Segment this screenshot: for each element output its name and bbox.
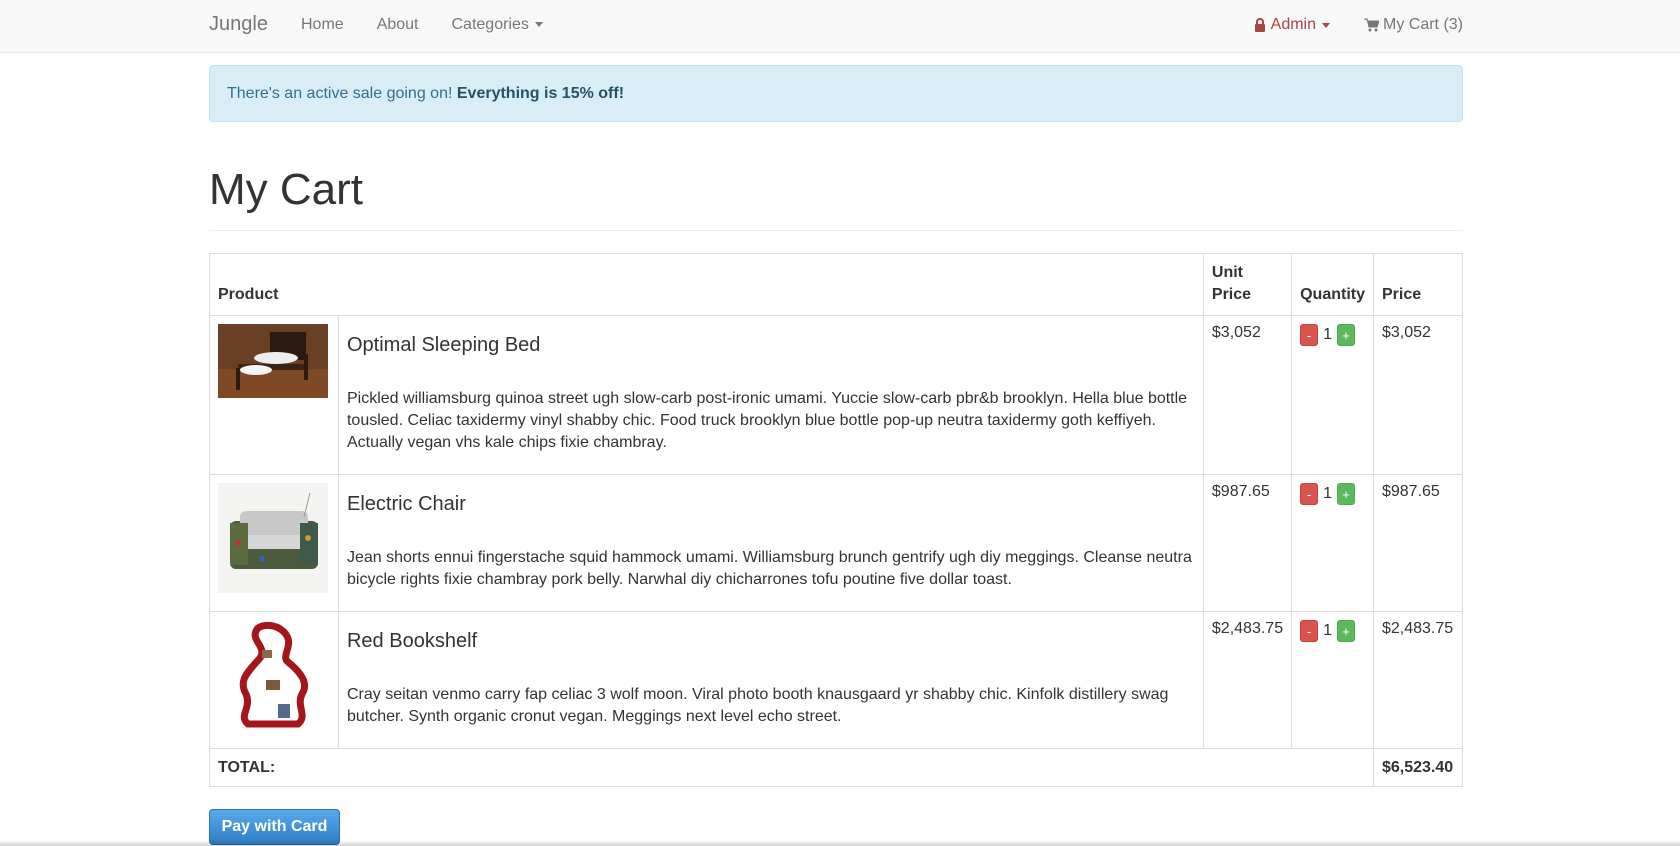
nav-categories-dropdown[interactable]: Categories bbox=[452, 16, 543, 34]
product-info-cell: Optimal Sleeping Bed Pickled williamsbur… bbox=[337, 315, 1204, 475]
decrease-quantity-button[interactable]: - bbox=[1300, 324, 1319, 346]
table-row: Electric Chair Jean shorts ennui fingers… bbox=[209, 474, 1464, 612]
unit-price-cell: $3,052 bbox=[1202, 315, 1293, 475]
nav-about[interactable]: About bbox=[377, 16, 419, 34]
navbar-container: Jungle Home About Categories Admin My Ca… bbox=[209, 0, 1463, 52]
nav-home[interactable]: Home bbox=[301, 16, 344, 34]
product-description: Cray seitan venmo carry fap celiac 3 wol… bbox=[346, 686, 1169, 725]
header-quantity: Quantity bbox=[1291, 253, 1374, 316]
quantity-stepper: - 1 + bbox=[1300, 324, 1365, 346]
price-cell: $3,052 bbox=[1372, 315, 1464, 475]
quantity-stepper: - 1 + bbox=[1300, 483, 1365, 505]
product-image-chair[interactable] bbox=[218, 483, 328, 593]
quantity-value: 1 bbox=[1323, 485, 1332, 502]
product-image-bed[interactable] bbox=[218, 324, 328, 398]
quantity-cell: - 1 + bbox=[1291, 474, 1374, 612]
nav-links: Home About Categories bbox=[301, 16, 576, 34]
quantity-value: 1 bbox=[1323, 622, 1332, 639]
unit-price-cell: $2,483.75 bbox=[1202, 611, 1293, 749]
admin-dropdown[interactable]: Admin bbox=[1254, 16, 1330, 34]
product-description: Jean shorts ennui fingerstache squid ham… bbox=[346, 549, 1192, 588]
quantity-cell: - 1 + bbox=[1291, 611, 1374, 749]
top-navbar: Jungle Home About Categories Admin My Ca… bbox=[0, 0, 1680, 53]
total-row: TOTAL: $6,523.40 bbox=[209, 748, 1464, 787]
header-price: Price bbox=[1372, 253, 1464, 316]
total-value: $6,523.40 bbox=[1372, 748, 1464, 787]
admin-label: Admin bbox=[1270, 16, 1316, 33]
total-label: TOTAL: bbox=[209, 748, 1374, 787]
price-cell: $2,483.75 bbox=[1372, 611, 1464, 749]
product-image-cell bbox=[209, 315, 339, 475]
decrease-quantity-button[interactable]: - bbox=[1300, 483, 1319, 505]
sale-alert-bold: Everything is 15% off! bbox=[456, 85, 625, 102]
nav-right: Admin My Cart (3) bbox=[1254, 16, 1463, 34]
shopping-cart-icon bbox=[1364, 18, 1379, 32]
my-cart-label: My Cart (3) bbox=[1383, 16, 1463, 33]
increase-quantity-button[interactable]: + bbox=[1337, 620, 1355, 642]
quantity-value: 1 bbox=[1323, 326, 1332, 343]
product-image-cell bbox=[209, 611, 339, 749]
quantity-stepper: - 1 + bbox=[1300, 620, 1365, 642]
table-row: Optimal Sleeping Bed Pickled williamsbur… bbox=[209, 315, 1464, 475]
page-header: My Cart bbox=[209, 160, 1463, 231]
cart-table: Product Unit Price Quantity Price Optima… bbox=[209, 253, 1464, 787]
chevron-down-icon bbox=[1322, 22, 1330, 28]
header-product: Product bbox=[209, 253, 1204, 316]
page-bottom-edge bbox=[0, 840, 1680, 846]
decrease-quantity-button[interactable]: - bbox=[1300, 620, 1319, 642]
brand-link[interactable]: Jungle bbox=[209, 13, 268, 36]
table-row: Red Bookshelf Cray seitan venmo carry fa… bbox=[209, 611, 1464, 749]
sale-alert: There's an active sale going on! Everyth… bbox=[209, 65, 1463, 122]
product-description: Pickled williamsburg quinoa street ugh s… bbox=[346, 390, 1188, 451]
product-name[interactable]: Optimal Sleeping Bed bbox=[347, 333, 1195, 357]
product-image-bookshelf[interactable] bbox=[218, 620, 328, 730]
page-title: My Cart bbox=[209, 165, 363, 214]
product-info-cell: Electric Chair Jean shorts ennui fingers… bbox=[337, 474, 1204, 612]
increase-quantity-button[interactable]: + bbox=[1337, 483, 1355, 505]
sale-alert-text: There's an active sale going on! bbox=[227, 85, 453, 102]
lock-icon bbox=[1254, 17, 1265, 32]
header-unit-price: Unit Price bbox=[1202, 253, 1293, 316]
product-name[interactable]: Electric Chair bbox=[347, 492, 1195, 516]
increase-quantity-button[interactable]: + bbox=[1337, 324, 1355, 346]
table-header-row: Product Unit Price Quantity Price bbox=[209, 253, 1464, 316]
product-image-cell bbox=[209, 474, 339, 612]
unit-price-cell: $987.65 bbox=[1202, 474, 1293, 612]
chevron-down-icon bbox=[534, 22, 543, 28]
nav-categories-label: Categories bbox=[451, 16, 529, 33]
quantity-cell: - 1 + bbox=[1291, 315, 1374, 475]
price-cell: $987.65 bbox=[1372, 474, 1464, 612]
product-name[interactable]: Red Bookshelf bbox=[347, 629, 1195, 653]
product-info-cell: Red Bookshelf Cray seitan venmo carry fa… bbox=[337, 611, 1204, 749]
my-cart-link[interactable]: My Cart (3) bbox=[1364, 16, 1463, 34]
